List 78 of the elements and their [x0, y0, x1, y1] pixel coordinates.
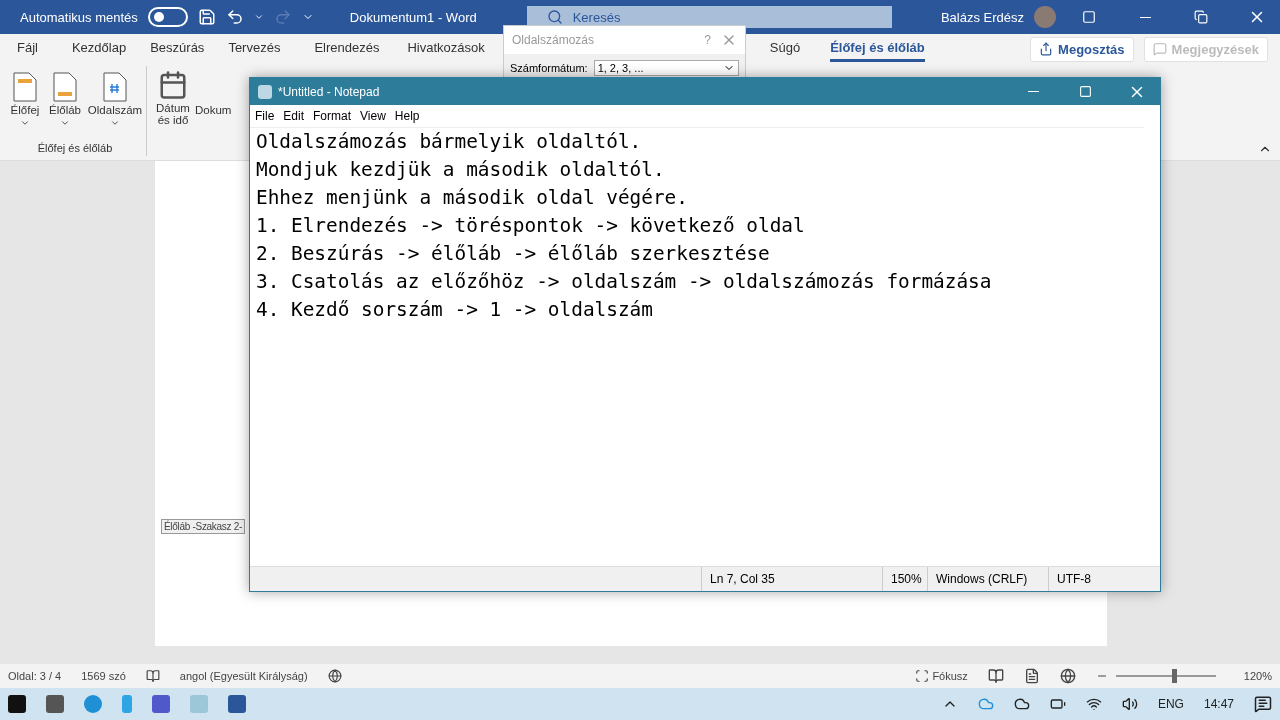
- language-status[interactable]: angol (Egyesült Királyság): [179, 670, 308, 682]
- ribbon-tab[interactable]: Beszúrás: [150, 36, 205, 62]
- caret-icon: [60, 118, 70, 128]
- menu-item[interactable]: Help: [394, 109, 420, 123]
- save-icon: [197, 8, 216, 26]
- minimize-icon[interactable]: [1139, 16, 1151, 18]
- text-line: Oldalszámozás bármelyik oldaltól.: [256, 129, 642, 155]
- ribbon-tab[interactable]: Tervezés: [228, 36, 281, 62]
- ribbon-button[interactable]: Oldalszám: [88, 72, 142, 128]
- search-icon: [546, 9, 563, 25]
- header-page-icon: [13, 72, 37, 102]
- wifi-icon: [1085, 696, 1102, 712]
- ribbon-tab[interactable]: Kezdőlap: [71, 36, 127, 62]
- search-field[interactable]: Keresés: [526, 6, 892, 28]
- zoom-thumb[interactable]: [1171, 669, 1177, 683]
- restore-icon: [1194, 10, 1208, 24]
- ribbon-button[interactable]: Dokum: [195, 104, 232, 118]
- share-icon: [1039, 42, 1054, 56]
- cloud-icon: [977, 696, 994, 712]
- status-text: UTF-8: [1048, 567, 1160, 591]
- ribbon-button[interactable]: Dátum és idő: [153, 70, 193, 160]
- caret-icon: [20, 118, 30, 128]
- menu-item[interactable]: View: [360, 109, 386, 123]
- proofing-icon: [145, 669, 160, 683]
- status-text: 150%: [882, 567, 927, 591]
- status-text: Windows (CRLF): [927, 567, 1048, 591]
- maximize-icon: [1078, 85, 1092, 98]
- autosave-toggle[interactable]: [147, 7, 188, 27]
- menu-item[interactable]: Format: [313, 109, 352, 123]
- calendar-clock-icon: [158, 70, 188, 100]
- ribbon-button[interactable]: Élőláb: [48, 72, 82, 128]
- status-text: Ln 7, Col 35: [701, 567, 882, 591]
- volume-icon: [1121, 696, 1138, 712]
- ribbon-tab[interactable]: Hivatkozások: [407, 36, 485, 62]
- ribbon-tab[interactable]: Súgó: [769, 36, 801, 62]
- ribbon-button[interactable]: Élőfej: [8, 72, 42, 128]
- user-name: Balázs Erdész: [940, 9, 1024, 25]
- footer-page-icon: [53, 72, 77, 102]
- page-count[interactable]: Oldal: 3 / 4: [8, 670, 62, 682]
- menu-item[interactable]: Edit: [283, 109, 305, 123]
- caret-icon: [253, 12, 264, 22]
- focus-icon: [915, 669, 930, 683]
- text-line: 4. Kezdő sorszám -> 1 -> oldalszám: [256, 297, 653, 323]
- number-format-select[interactable]: 1, 2, 3, ...: [593, 60, 739, 76]
- print-layout-icon: [1023, 668, 1040, 684]
- caret-icon: [110, 118, 120, 128]
- avatar[interactable]: [1034, 6, 1056, 28]
- dialog-title: Oldalszámozás: [512, 33, 595, 47]
- focus-button[interactable]: Fókusz: [915, 669, 968, 683]
- group-label: Élőfej és élőláb: [37, 142, 113, 156]
- menu-item[interactable]: File: [255, 109, 275, 123]
- notepad-title: *Untitled - Notepad: [278, 84, 380, 99]
- text-line: Mondjuk kezdjük a második oldaltól.: [256, 157, 665, 183]
- text-line: 1. Elrendezés -> töréspontok -> következő oldal: [256, 213, 805, 239]
- text-line: 3. Csatolás az előzőhöz -> oldalszám -> oldalszámozás formázása: [256, 269, 992, 295]
- battery-icon: [1049, 696, 1066, 712]
- comment-icon: [1152, 42, 1167, 56]
- footer-tag: Élőláb -Szakasz 2-: [161, 519, 245, 534]
- input-language[interactable]: ENG: [1157, 697, 1184, 711]
- undo-icon: [225, 8, 244, 26]
- window-title: Dokumentum1 - Word: [349, 9, 477, 25]
- page-icon: [103, 72, 127, 102]
- share-button[interactable]: Megosztás: [1030, 36, 1134, 62]
- ribbon-display-icon: [1082, 10, 1096, 24]
- web-layout-icon: [1059, 668, 1076, 684]
- zoom-level[interactable]: 120%: [1243, 670, 1272, 682]
- ribbon-tab[interactable]: Fájl: [17, 36, 38, 62]
- read-mode-icon: [987, 668, 1004, 684]
- text-line: 2. Beszúrás -> élőláb -> élőláb szerkesztése: [256, 241, 770, 267]
- notification-icon: [1254, 695, 1272, 713]
- redo-icon: [273, 8, 292, 26]
- word-count[interactable]: 1569 szó: [81, 670, 126, 682]
- ribbon-tab[interactable]: Elrendezés: [314, 36, 380, 62]
- text-line: Ehhez menjünk a második oldal végére.: [256, 185, 688, 211]
- cloud-icon: [1013, 696, 1030, 712]
- clock[interactable]: 14:47: [1203, 697, 1234, 711]
- field-label: Számformátum:: [510, 62, 588, 74]
- autosave-label: Automatikus mentés: [20, 9, 138, 25]
